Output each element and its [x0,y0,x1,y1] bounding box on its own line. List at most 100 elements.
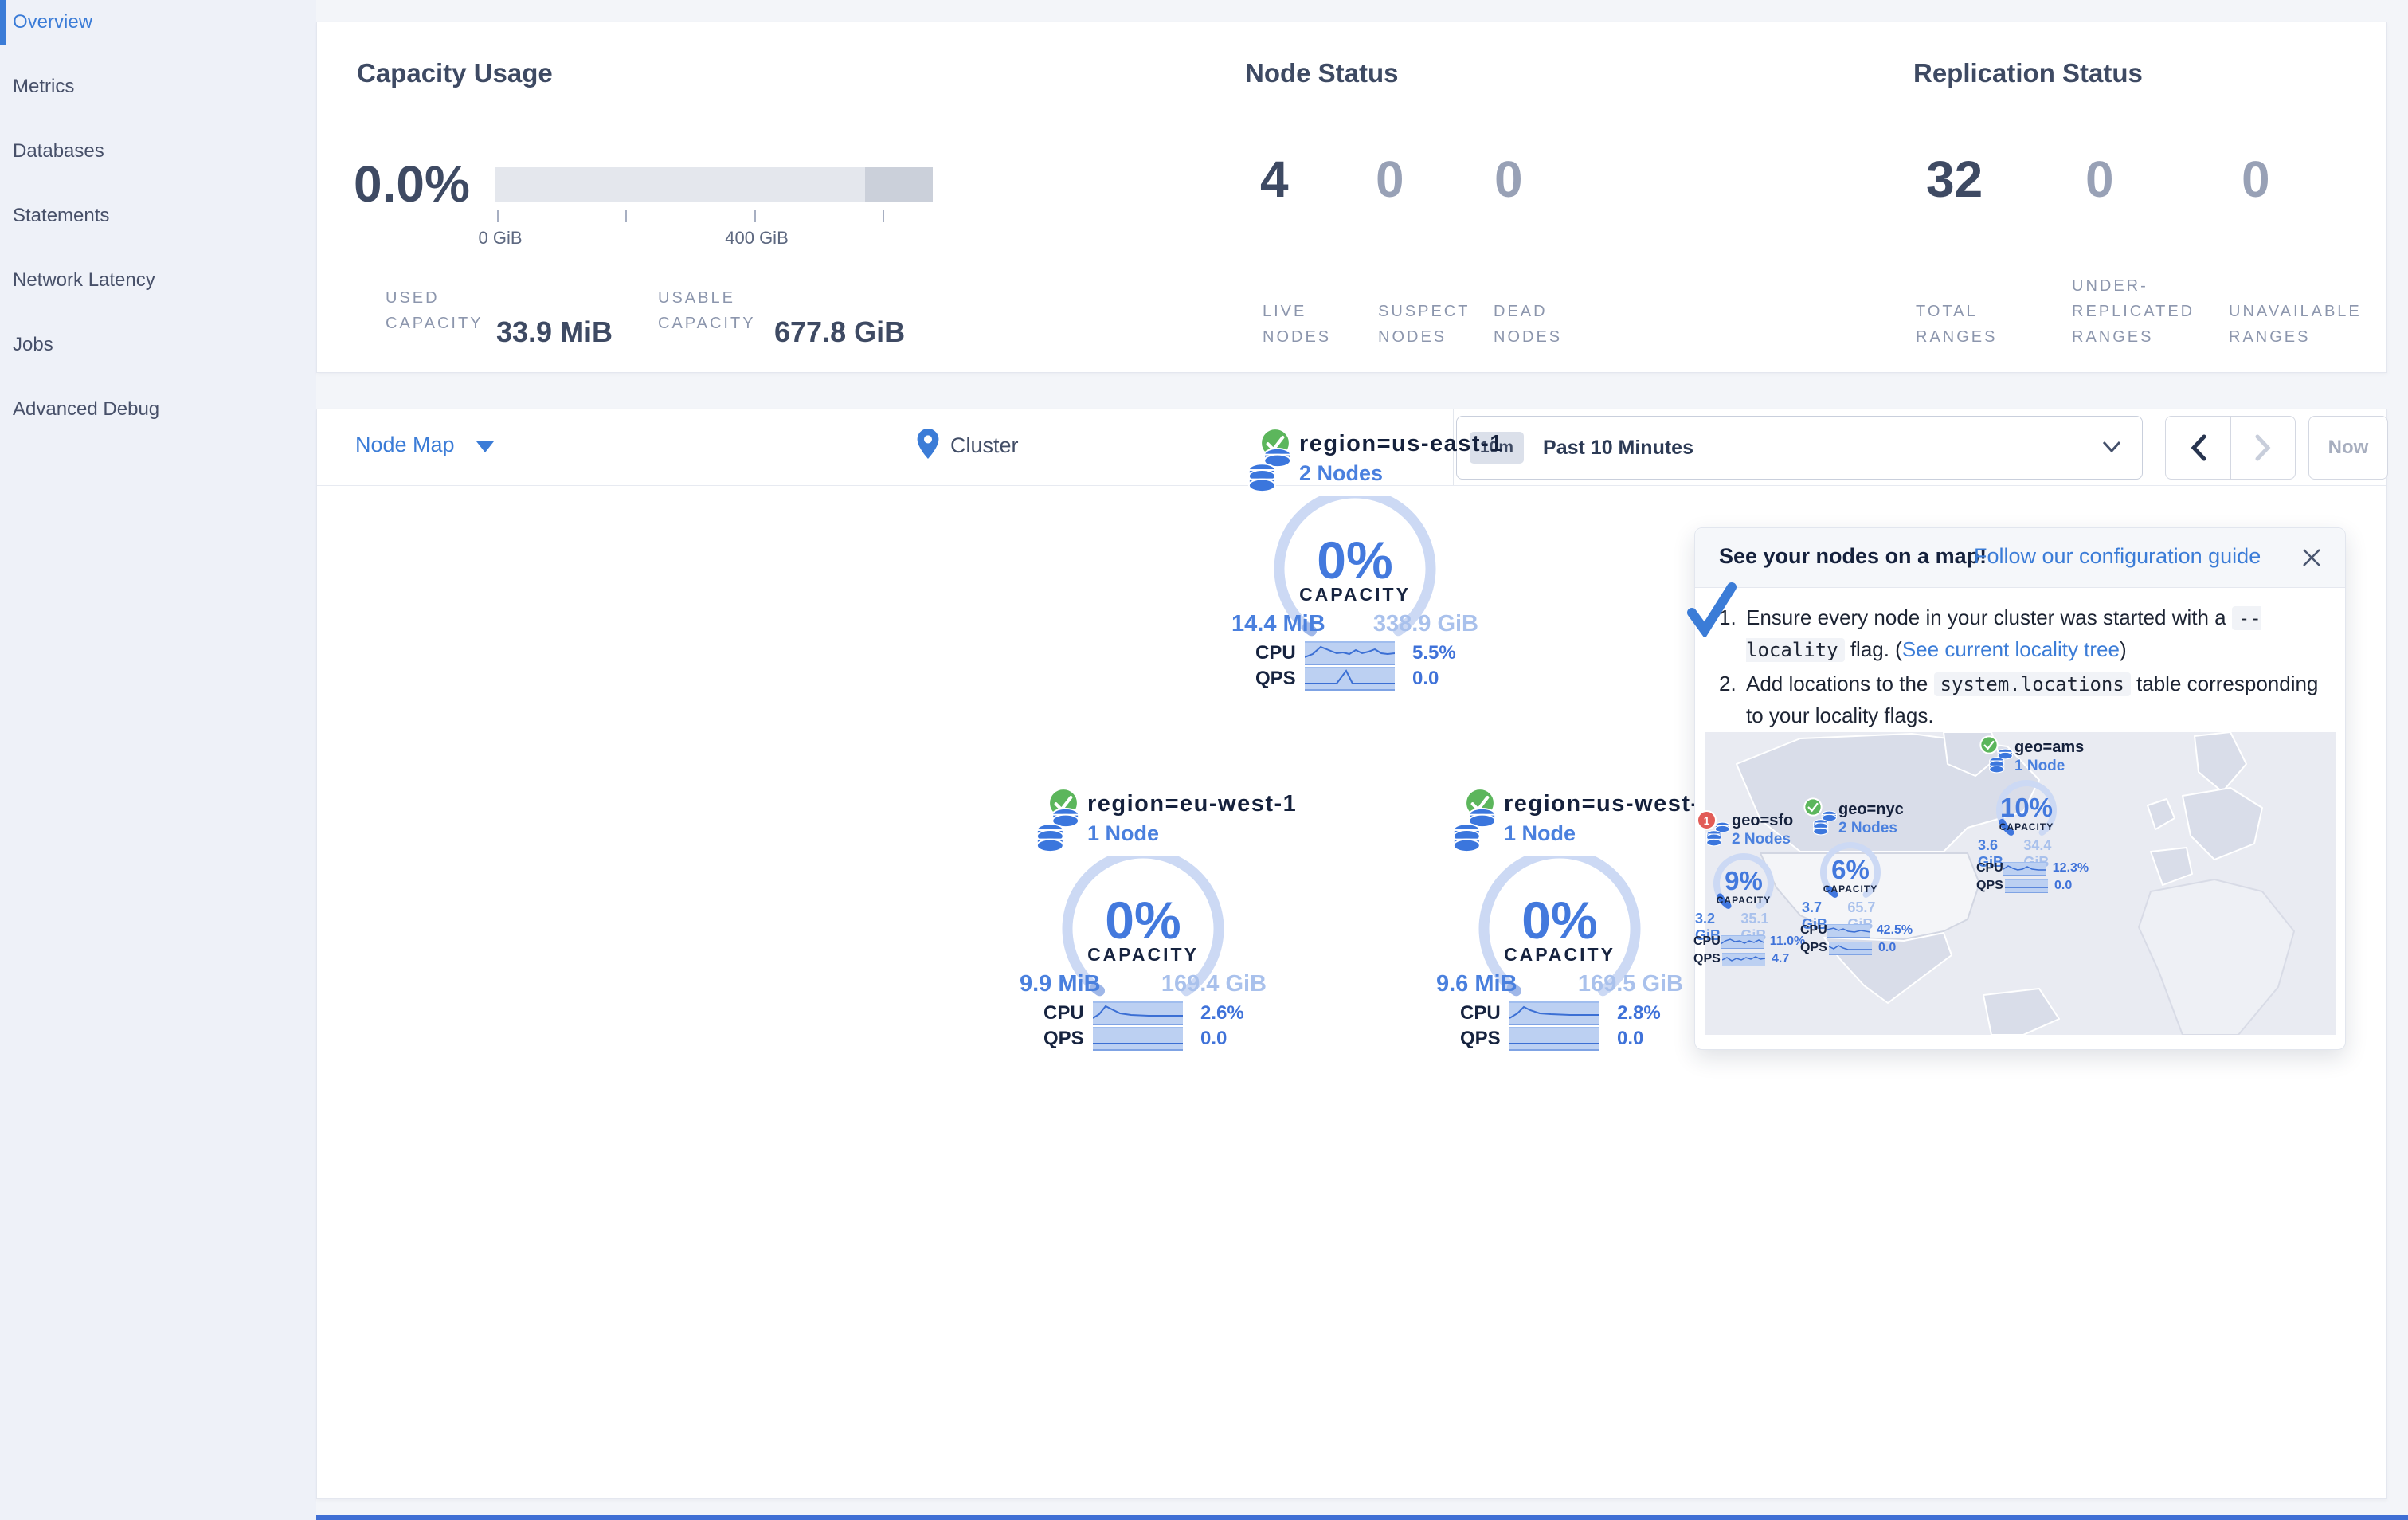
total-ranges-value: 32 [1926,151,1983,208]
axis-tick [883,210,884,222]
cpu-label: CPU [1043,1002,1084,1024]
cpu-sparkline [1509,1001,1599,1025]
time-range-label: Past 10 Minutes [1543,436,1693,459]
time-range-dropdown[interactable]: 10m Past 10 Minutes [1456,416,2143,480]
setup-step-2: 2. Add locations to the system.locations… [1719,668,2321,732]
setup-steps: 1. Ensure every node in your cluster was… [1719,601,2321,733]
cpu-label: CPU [1255,642,1296,664]
locality-tree-link[interactable]: See current locality tree [1902,637,2120,661]
capacity-percent: 10% [1999,793,2054,822]
axis-tick [497,210,499,222]
popup-title: See your nodes on a map! [1719,544,1987,568]
database-nodes-icon [1989,748,2013,774]
region-card-us-west-1: region=us-west-1 1 Node 0% CAPACITY 9.6 … [1392,786,1727,1059]
axis-tick [625,210,627,222]
sidebar-item-statements[interactable]: Statements [13,205,109,227]
sidebar-item-advanced-debug[interactable]: Advanced Debug [13,398,159,421]
capacity-percent: 0% [1105,891,1181,950]
next-section-edge [316,1515,2408,1520]
axis-tick [754,210,756,222]
total-capacity: 169.4 GiB [1161,971,1267,997]
region-title: region=us-west-1 [1504,791,1714,817]
total-capacity: 338.9 GiB [1372,611,1478,637]
view-selector-node-map[interactable]: Node Map [355,433,455,457]
time-forward-button[interactable] [2231,417,2295,479]
qps-sparkline [1509,1027,1599,1051]
qps-label: QPS [1800,941,1827,954]
region-card-eu-west-1: region=eu-west-1 1 Node 0% CAPACITY 9.9 … [976,786,1310,1059]
qps-label: QPS [1693,952,1721,966]
system-locations-code: system.locations [1933,672,2131,696]
database-nodes-icon [1036,807,1080,853]
qps-sparkline [1721,952,1766,966]
cpu-value: 2.8% [1617,1002,1661,1024]
capacity-percent: 9% [1725,866,1763,895]
sidebar-item-overview[interactable]: Overview [13,11,92,33]
used-capacity: 9.6 MiB [1436,971,1517,997]
sidebar-item-network-latency[interactable]: Network Latency [13,269,155,292]
geo-title: geo=ams [2014,738,2085,756]
live-nodes-value: 4 [1260,151,1289,208]
capacity-label: CAPACITY [1299,584,1411,605]
qps-label: QPS [1255,668,1296,689]
capacity-bar-nonusable-segment [865,167,933,202]
qps-sparkline [1305,667,1395,691]
usable-capacity-label: USABLE CAPACITY [658,289,756,332]
cpu-label: CPU [1800,923,1827,937]
chevron-down-icon [2102,441,2121,453]
step-done-check-icon [1687,582,1737,637]
cluster-summary-panel: Capacity Usage 0.0% 0 GiB 400 GiB USED C… [316,22,2387,373]
region-card-us-east-1: region=us-east-1 2 Nodes 0% CAPACITY 14.… [1188,426,1522,699]
qps-sparkline [2005,879,2048,893]
node-status-title: Node Status [1245,58,1399,88]
now-button[interactable]: Now [2308,416,2388,480]
qps-label: QPS [1043,1028,1084,1049]
chevron-right-icon [2255,434,2270,461]
configuration-guide-link[interactable]: Follow our configuration guide [1974,544,2261,569]
qps-value: 4.7 [1772,952,1790,966]
cpu-sparkline [1720,934,1764,949]
region-nodes-link[interactable]: 1 Node [1504,821,1576,846]
chevron-down-icon[interactable] [476,441,494,452]
step-text: Ensure every node in your cluster was st… [1746,605,2261,663]
time-back-button[interactable] [2167,417,2231,479]
cpu-value: 12.3% [2052,861,2089,875]
sidebar-item-metrics[interactable]: Metrics [13,76,74,98]
database-nodes-icon [1247,447,1292,493]
cpu-sparkline [1827,923,1870,938]
node-map-setup-popup: See your nodes on a map! Follow our conf… [1687,527,2346,1050]
live-nodes-label: LIVE NODES [1263,303,1332,346]
region-nodes-link[interactable]: 1 Node [1087,821,1159,846]
dead-nodes-label: DEAD NODES [1494,303,1563,346]
capacity-percent: 6% [1831,855,1870,884]
suspect-nodes-label: SUSPECT NODES [1378,303,1470,346]
qps-label: QPS [1460,1028,1501,1049]
qps-value: 0.0 [2054,879,2073,892]
geo-title: geo=nyc [1838,801,1904,818]
used-capacity: 14.4 MiB [1231,611,1325,637]
used-capacity-value: 33.9 MiB [496,315,613,348]
used-capacity: 9.9 MiB [1020,971,1101,997]
popup-header: See your nodes on a map! Follow our conf… [1695,528,2345,588]
step-text: Add locations to the system.locations ta… [1746,671,2319,727]
under-replicated-ranges-label: UNDER- REPLICATED RANGES [2072,277,2195,346]
capacity-label: CAPACITY [1716,895,1772,906]
sidebar-item-jobs[interactable]: Jobs [13,334,53,356]
sidebar-item-databases[interactable]: Databases [13,140,104,163]
region-title: region=eu-west-1 [1087,791,1298,817]
chevron-left-icon [2191,434,2206,461]
cpu-value: 5.5% [1412,642,1456,664]
region-nodes-link[interactable]: 2 Nodes [1299,461,1383,486]
total-capacity: 169.5 GiB [1577,971,1683,997]
qps-sparkline [1093,1027,1183,1051]
cpu-value: 42.5% [1876,923,1913,937]
under-replicated-ranges-value: 0 [2085,151,2114,208]
unavailable-ranges-value: 0 [2242,151,2270,208]
suspect-nodes-value: 0 [1376,151,1404,208]
close-icon[interactable] [2300,546,2323,569]
cpu-sparkline [1304,641,1396,665]
region-title: region=us-east-1 [1299,431,1504,456]
step-number: 2. [1719,671,1737,695]
time-nav-group [2165,416,2296,480]
breadcrumb-cluster[interactable]: Cluster [950,433,1019,458]
